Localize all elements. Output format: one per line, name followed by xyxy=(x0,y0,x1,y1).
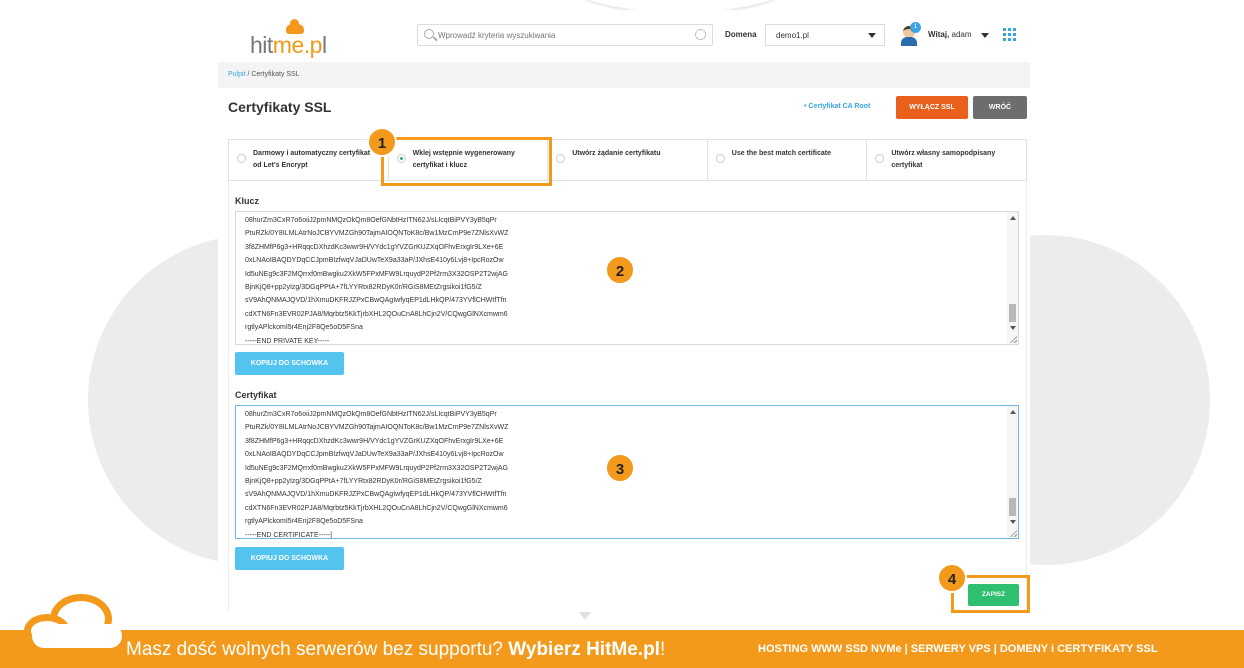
search-icon xyxy=(424,29,434,39)
option-best-match[interactable]: Use the best match certificate xyxy=(708,140,868,180)
search-input[interactable] xyxy=(438,27,688,43)
ca-root-link[interactable]: • Certyfikat CA Root xyxy=(804,103,870,110)
user-menu-chevron-down-icon[interactable] xyxy=(981,33,989,38)
step-1-marker: 1 xyxy=(367,127,397,157)
scroll-down-icon[interactable] xyxy=(1010,326,1016,330)
search-box xyxy=(417,24,713,46)
scrollbar-thumb[interactable] xyxy=(1009,498,1016,516)
key-content: 08hurZm3CxR7o6oiiJ2pmNMQzOkQm8OefGNbtHzI… xyxy=(245,217,509,345)
user-greeting[interactable]: Witaj, adam xyxy=(928,30,972,39)
notification-badge[interactable]: 1 xyxy=(910,22,921,33)
scroll-up-icon[interactable] xyxy=(1010,216,1016,220)
option-radio[interactable] xyxy=(556,154,566,163)
certificate-content: 08hurZm3CxR7o6oiiJ2pmNMQzOkQm8OefGNbtHzI… xyxy=(245,411,509,539)
page-title: Certyfikaty SSL xyxy=(228,99,332,115)
back-button[interactable]: WRÓĆ xyxy=(973,96,1027,119)
certificate-options: Darmowy i automatyczny certyfikat od Let… xyxy=(228,139,1027,181)
search-settings-icon[interactable] xyxy=(695,29,706,40)
scrollbar-thumb[interactable] xyxy=(1009,304,1016,322)
apps-grid-icon[interactable] xyxy=(1003,28,1016,41)
cloud-logo-icon xyxy=(20,594,128,650)
step-4-marker: 4 xyxy=(937,563,967,593)
certificate-scrollbar[interactable] xyxy=(1007,406,1018,538)
option-create-csr[interactable]: Utwórz żądanie certyfikatu xyxy=(548,140,708,180)
banner-services: HOSTING WWW SSD NVMe | SERWERY VPS | DOM… xyxy=(758,643,1158,655)
key-scrollbar[interactable] xyxy=(1007,212,1018,344)
option-radio[interactable] xyxy=(875,154,885,163)
scroll-up-icon[interactable] xyxy=(1010,410,1016,414)
option-radio[interactable] xyxy=(715,154,725,163)
greeting-text: Witaj, xyxy=(928,30,950,39)
resize-grip-icon[interactable] xyxy=(1009,529,1017,537)
copy-certificate-button[interactable]: KOPIUJ DO SCHOWKA xyxy=(235,547,344,570)
option-self-signed[interactable]: Utwórz własny samopodpisany certyfikat xyxy=(867,140,1026,180)
step-2-marker: 2 xyxy=(605,255,635,285)
resize-grip-icon[interactable] xyxy=(1009,335,1017,343)
scroll-down-hint-icon xyxy=(579,612,591,620)
domain-select[interactable]: demo1.pl xyxy=(765,24,885,46)
username: adam xyxy=(951,30,972,39)
key-label: Klucz xyxy=(235,196,260,206)
header: hitme.pl Domena demo1.pl 1 Witaj, adam xyxy=(218,10,1030,62)
scroll-down-icon[interactable] xyxy=(1010,520,1016,524)
logo-text: hitme.pl xyxy=(250,32,327,58)
option-label: Darmowy i automatyczny certyfikat od Let… xyxy=(253,150,371,169)
step-3-marker: 3 xyxy=(605,453,635,483)
ssl-certificates-app: hitme.pl Domena demo1.pl 1 Witaj, adam P… xyxy=(218,10,1030,612)
option-radio[interactable] xyxy=(237,154,246,163)
chevron-down-icon xyxy=(868,33,876,38)
option-label: Utwórz własny samopodpisany certyfikat xyxy=(891,150,996,169)
step-1-highlight xyxy=(381,137,552,186)
option-label: Utwórz żądanie certyfikatu xyxy=(572,150,661,157)
banner-slogan: Masz dość wolnych serwerów bez supportu?… xyxy=(126,639,666,660)
breadcrumb-bar: Pulpit / Certyfikaty SSL xyxy=(218,62,1030,88)
breadcrumb-root-link[interactable]: Pulpit xyxy=(228,71,246,78)
domain-select-value: demo1.pl xyxy=(776,31,809,40)
breadcrumb: Pulpit / Certyfikaty SSL xyxy=(228,71,300,78)
option-lets-encrypt[interactable]: Darmowy i automatyczny certyfikat od Let… xyxy=(229,140,389,180)
disable-ssl-button[interactable]: WYŁĄCZ SSL xyxy=(896,96,968,119)
hitme-logo[interactable]: hitme.pl xyxy=(250,19,350,58)
breadcrumb-current: Certyfikaty SSL xyxy=(251,71,300,78)
domain-label: Domena xyxy=(725,30,757,39)
option-label: Use the best match certificate xyxy=(731,150,831,157)
certificate-label: Certyfikat xyxy=(235,390,277,400)
copy-key-button[interactable]: KOPIUJ DO SCHOWKA xyxy=(235,352,344,375)
